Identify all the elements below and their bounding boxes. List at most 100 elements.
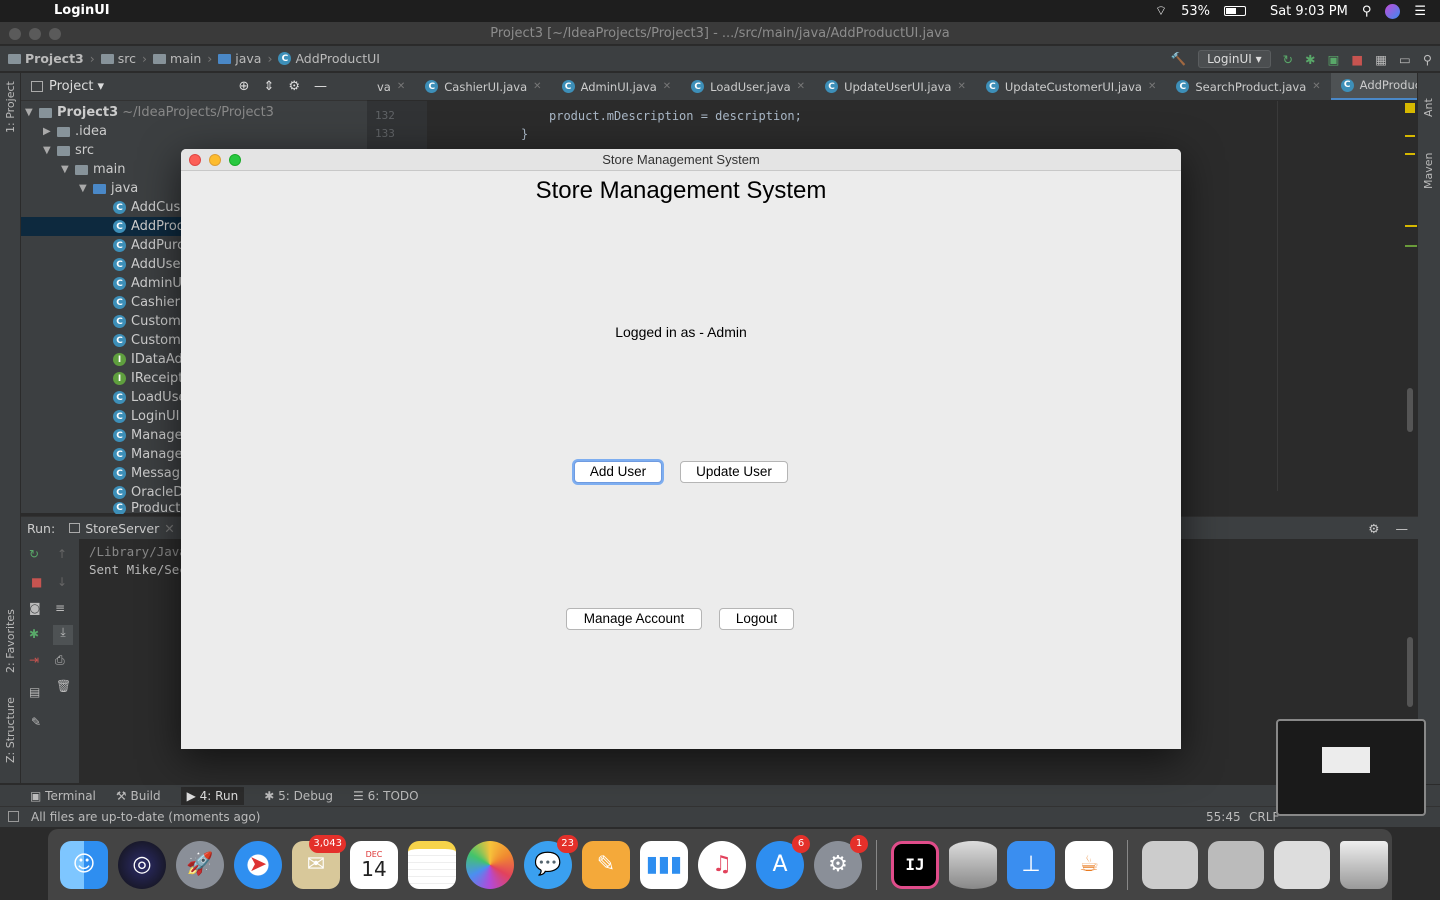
project-tool-window-tab[interactable]: 1: Project	[4, 81, 17, 133]
close-tab-icon[interactable]: ✕	[164, 521, 174, 536]
tab-partial[interactable]: va ✕	[367, 73, 415, 100]
editor-scrollbar[interactable]	[1407, 388, 1413, 432]
structure-tool-window-tab[interactable]: Z: Structure	[4, 697, 17, 763]
status-message[interactable]: All files are up-to-date (moments ago)	[31, 807, 260, 827]
soft-wrap-icon[interactable]: ≡	[55, 601, 65, 615]
screenshot-thumbnail[interactable]	[1276, 719, 1426, 816]
run-configuration-select[interactable]: LoginUI ▾	[1198, 50, 1271, 68]
tab-cashierui[interactable]: C CashierUI.java ✕	[415, 73, 551, 100]
scroll-to-end-icon[interactable]: ⤓	[53, 625, 73, 645]
notes-icon[interactable]	[408, 840, 456, 889]
editor-warning-marker[interactable]	[1405, 103, 1415, 113]
minimize-window-button[interactable]	[209, 154, 221, 166]
itunes-icon[interactable]: ♫	[698, 840, 746, 889]
search-everywhere-icon[interactable]: ⚲	[1423, 52, 1432, 67]
project-structure-icon[interactable]: ▦	[1375, 52, 1387, 67]
stop-icon[interactable]: ■	[1351, 52, 1363, 67]
run-tab[interactable]: ▶ 4: Run	[180, 786, 245, 805]
minimized-window-icon[interactable]	[1208, 840, 1264, 889]
pages-icon[interactable]: ✎	[582, 840, 630, 889]
layout-icon[interactable]: ▤	[29, 685, 40, 699]
close-tab-icon[interactable]: ✕	[663, 81, 671, 92]
settings-gear-icon[interactable]: ⚙	[1368, 521, 1379, 536]
editor-warning-marker[interactable]	[1405, 225, 1417, 227]
tab-updateuserui[interactable]: C UpdateUserUI.java ✕	[815, 73, 976, 100]
update-user-button[interactable]: Update User	[680, 461, 788, 483]
terminal-tab[interactable]: ▣ Terminal	[30, 789, 96, 803]
battery-percent[interactable]: 53%	[1181, 4, 1210, 19]
breadcrumb-file[interactable]: C AddProductUI	[278, 51, 380, 66]
zoom-window-button[interactable]	[229, 154, 241, 166]
restore-layout-icon[interactable]: ✱	[29, 627, 39, 641]
keynote-icon[interactable]: ⊥	[1007, 840, 1055, 889]
build-hammer-icon[interactable]: 🔨	[1171, 51, 1187, 67]
close-tab-icon[interactable]: ✕	[533, 81, 541, 92]
tab-loaduser[interactable]: C LoadUser.java ✕	[681, 73, 815, 100]
exit-icon[interactable]: ⇥	[29, 653, 39, 667]
logout-button[interactable]: Logout	[719, 608, 794, 630]
tab-addproductui[interactable]: CAddProductUI.java✕	[1330, 73, 1417, 100]
app-store-icon[interactable]: A6	[756, 834, 810, 889]
finder-icon[interactable]: ☺	[60, 840, 108, 889]
trash-icon[interactable]: 🗑	[56, 679, 71, 693]
wifi-icon[interactable]: ⌔	[1155, 3, 1167, 19]
breadcrumb-src[interactable]: src	[100, 51, 136, 66]
layout-icon[interactable]: ▭	[1399, 52, 1411, 67]
breadcrumb-java[interactable]: java	[218, 51, 261, 66]
collapse-all-icon[interactable]: ⇕	[263, 79, 274, 94]
messages-icon[interactable]: 💬 23	[524, 834, 578, 889]
print-icon[interactable]: ⎙	[55, 653, 65, 668]
locate-icon[interactable]: ⊕	[239, 79, 250, 94]
system-preferences-icon[interactable]: ⚙ 1	[814, 834, 868, 889]
maven-tool-window-tab[interactable]: Maven	[1422, 153, 1435, 189]
notification-center-icon[interactable]: ☰	[1414, 4, 1426, 19]
ant-tool-window-tab[interactable]: Ant	[1422, 98, 1435, 117]
manage-account-button[interactable]: Manage Account	[566, 608, 702, 630]
menubar-app-name[interactable]: LoginUI	[54, 3, 110, 18]
editor-change-marker[interactable]	[1405, 245, 1417, 247]
close-tab-icon[interactable]: ✕	[397, 81, 405, 92]
run-tab-storeserver[interactable]: StoreServer ✕	[69, 521, 175, 536]
todo-tab[interactable]: ☰ 6: TODO	[353, 789, 419, 803]
mail-icon[interactable]: ✉ 3,043	[292, 834, 346, 889]
hide-panel-icon[interactable]: —	[314, 79, 327, 94]
up-arrow-icon[interactable]: ↑	[57, 547, 67, 561]
debug-tab[interactable]: ✱ 5: Debug	[264, 789, 333, 803]
status-toggle-icon[interactable]	[8, 811, 19, 822]
trash-icon[interactable]	[1340, 840, 1388, 889]
tree-root[interactable]: ▼ Project3 ~/IdeaProjects/Project3	[21, 103, 367, 122]
caret-position[interactable]: 55:45	[1206, 807, 1241, 827]
intellij-icon[interactable]: IJ	[891, 840, 939, 889]
database-icon[interactable]	[949, 840, 997, 889]
tree-item[interactable]: ▶ .idea	[21, 122, 367, 141]
console-output[interactable]: /Library/Java Sent Mike/Sec	[89, 543, 187, 579]
line-separator[interactable]: CRLF	[1249, 807, 1279, 827]
settings-gear-icon[interactable]: ⚙	[288, 79, 300, 94]
close-tab-icon[interactable]: ✕	[1148, 81, 1156, 92]
photos-icon[interactable]	[466, 840, 514, 889]
spotlight-search-icon[interactable]: ⚲	[1362, 4, 1372, 19]
calendar-icon[interactable]: DEC 14	[350, 840, 398, 889]
rerun-icon[interactable]: ↻	[1283, 52, 1293, 67]
breadcrumb-project[interactable]: Project3	[8, 51, 84, 66]
siri-icon[interactable]: ◎	[118, 840, 166, 889]
tab-adminui[interactable]: C AdminUI.java ✕	[552, 73, 682, 100]
ide-minimize-button[interactable]	[29, 28, 41, 40]
close-tab-icon[interactable]: ✕	[957, 81, 965, 92]
ide-zoom-button[interactable]	[49, 28, 61, 40]
ide-close-button[interactable]	[9, 28, 21, 40]
tab-updatecustomerui[interactable]: C UpdateCustomerUI.java ✕	[976, 73, 1166, 100]
tab-searchproduct[interactable]: C SearchProduct.java ✕	[1166, 73, 1330, 100]
siri-icon[interactable]	[1385, 3, 1401, 19]
down-arrow-icon[interactable]: ↓	[57, 575, 67, 589]
numbers-icon[interactable]: ▮▮▮	[640, 840, 688, 889]
safari-icon[interactable]: ➤	[234, 840, 282, 889]
close-tab-icon[interactable]: ✕	[797, 81, 805, 92]
coverage-icon[interactable]: ▣	[1328, 52, 1340, 67]
launchpad-icon[interactable]: 🚀	[176, 840, 224, 889]
favorites-tool-window-tab[interactable]: 2: Favorites	[4, 609, 17, 673]
breadcrumb-main[interactable]: main	[153, 51, 201, 66]
camera-icon[interactable]: ◙	[29, 601, 41, 615]
rerun-icon[interactable]: ↻	[29, 547, 39, 561]
add-user-button[interactable]: Add User	[574, 461, 662, 483]
